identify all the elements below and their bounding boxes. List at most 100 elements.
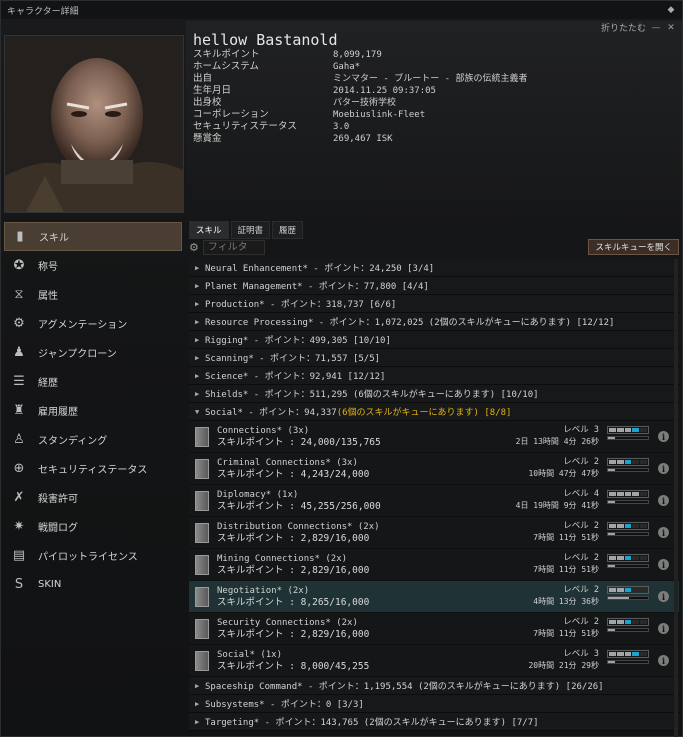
- info-icon[interactable]: i: [658, 623, 669, 634]
- skill-points: スキルポイント : 2,829/16,000: [217, 628, 370, 640]
- skill-row[interactable]: Criminal Connections* (3x) スキルポイント : 4,24…: [189, 453, 679, 485]
- level-pip: [609, 524, 616, 528]
- window-menu-icon[interactable]: ◆: [666, 5, 676, 15]
- skill-group-row[interactable]: ▶ Shields* - ポイント：511,295 (6個のスキルがキューにありま…: [189, 385, 679, 403]
- skill-training-time: 7時間 11分 51秒: [533, 533, 599, 542]
- level-pips: [607, 522, 649, 530]
- skill-level-bars: [607, 522, 649, 536]
- info-icon[interactable]: i: [658, 591, 669, 602]
- skill-row[interactable]: Security Connections* (2x) スキルポイント : 2,82…: [189, 613, 679, 645]
- nav-item[interactable]: ⧖ 属性: [4, 280, 182, 309]
- skill-row[interactable]: Mining Connections* (2x) スキルポイント : 2,829/…: [189, 549, 679, 581]
- collapsed-arrow-icon: ▶: [195, 371, 200, 380]
- skill-level-bars: [607, 458, 649, 472]
- nav-item[interactable]: ♙ スタンディング: [4, 425, 182, 454]
- info-icon[interactable]: i: [658, 559, 669, 570]
- skill-row[interactable]: Diplomacy* (1x) スキルポイント : 45,255/256,000 レ…: [189, 485, 679, 517]
- skill-group-row[interactable]: ▶ Neural Enhancement* - ポイント：24,250 [3/4]: [189, 259, 679, 277]
- nav-item[interactable]: ♜ 雇用履歴: [4, 396, 182, 425]
- scrollbar[interactable]: [674, 259, 678, 737]
- character-sheet-nav: ▮ スキル ✪ 称号 ⧖ 属性 ⚙ アグメンテーション ♟ ジャンプクローン ☰ 経歴 ♜ 雇用履歴 ♙ スタ…: [4, 222, 182, 599]
- skill-group-label: Planet Management* - ポイント：77,800 [4/4]: [205, 282, 429, 292]
- nav-item[interactable]: ☰ 経歴: [4, 367, 182, 396]
- training-progress-bar: [607, 596, 649, 600]
- training-progress-bar: [607, 564, 649, 568]
- nav-item-label: 戦闘ログ: [38, 523, 78, 534]
- skill-level-bars: [607, 618, 649, 632]
- skill-book-icon: [195, 618, 209, 639]
- settings-gear-icon[interactable]: ⚙: [189, 241, 199, 254]
- skill-row[interactable]: Social* (1x) スキルポイント : 8,000/45,255 レベル 3 2…: [189, 645, 679, 677]
- info-icon[interactable]: i: [658, 527, 669, 538]
- filter-input[interactable]: [202, 239, 265, 255]
- skill-row[interactable]: Negotiation* (2x) スキルポイント : 8,265/16,000 レ…: [189, 581, 679, 613]
- training-progress-fill: [608, 629, 616, 631]
- level-pip: [640, 588, 647, 592]
- level-pips: [607, 554, 649, 562]
- skill-level-info: レベル 4 4日 19時間 9分 41秒: [516, 488, 599, 512]
- level-pip: [640, 620, 647, 624]
- skills-book-icon: ▮: [16, 229, 24, 244]
- info-key: スキルポイント: [193, 49, 260, 60]
- skill-group-row[interactable]: ▶ Rigging* - ポイント：499,305 [10/10]: [189, 331, 679, 349]
- skill-level-info: レベル 2 10時間 47分 47秒: [528, 456, 599, 480]
- training-progress-bar: [607, 660, 649, 664]
- level-pip: [632, 524, 640, 528]
- skill-group-row[interactable]: ▶ Production* - ポイント：318,737 [6/6]: [189, 295, 679, 313]
- nav-item[interactable]: ✪ 称号: [4, 251, 182, 280]
- nav-item[interactable]: ⚙ アグメンテーション: [4, 309, 182, 338]
- skill-name: Diplomacy* (1x): [217, 489, 299, 500]
- level-pip: [609, 588, 616, 592]
- title-bar[interactable]: キャラクター詳細 ◆: [1, 1, 682, 19]
- skill-level: レベル 2: [563, 457, 599, 467]
- skill-training-time: 10時間 47分 47秒: [528, 469, 599, 478]
- skill-row[interactable]: Distribution Connections* (2x) スキルポイント : …: [189, 517, 679, 549]
- skill-group-row[interactable]: ▶ Targeting* - ポイント：143,765 (2個のスキルがキューにあ…: [189, 713, 679, 731]
- level-pip: [609, 652, 616, 656]
- skill-group-row[interactable]: ▶ Science* - ポイント：92,941 [12/12]: [189, 367, 679, 385]
- queued-skills-highlight: (6個のスキルがキューにあります) [8/8]: [336, 408, 512, 418]
- attributes-icon: ⧖: [14, 287, 24, 302]
- skill-group-row[interactable]: ▶ Scanning* - ポイント：71,557 [5/5]: [189, 349, 679, 367]
- collapsed-arrow-icon: ▶: [195, 281, 200, 290]
- training-progress-fill: [608, 501, 616, 503]
- open-skill-queue-button[interactable]: スキルキューを開く: [588, 239, 679, 255]
- info-icon[interactable]: i: [658, 431, 669, 442]
- skill-group-label: Subsystems* - ポイント：0 [3/3]: [205, 700, 364, 710]
- training-progress-fill: [608, 661, 616, 663]
- nav-item[interactable]: ✗ 殺害許可: [4, 483, 182, 512]
- skill-level-info: レベル 2 7時間 11分 51秒: [533, 552, 599, 576]
- level-pip: [624, 428, 632, 432]
- skill-group-row[interactable]: ▶ Subsystems* - ポイント：0 [3/3]: [189, 695, 679, 713]
- skill-group-row[interactable]: ▼ Social* - ポイント：94,337 (6個のスキルがキューにあります) …: [189, 403, 679, 421]
- skill-names: Distribution Connections* (2x) スキルポイント : …: [217, 522, 380, 544]
- skill-level-info: レベル 2 7時間 11分 51秒: [533, 520, 599, 544]
- nav-item[interactable]: ✷ 戦闘ログ: [4, 512, 182, 541]
- skill-row[interactable]: Connections* (3x) スキルポイント : 24,000/135,76…: [189, 421, 679, 453]
- level-pip: [616, 588, 624, 592]
- skill-training-time: 7時間 11分 51秒: [533, 629, 599, 638]
- training-progress-fill: [608, 597, 629, 599]
- level-pip: [640, 652, 647, 656]
- training-progress-bar: [607, 500, 649, 504]
- jump-clone-icon: ♟: [13, 345, 25, 360]
- skill-points: スキルポイント : 24,000/135,765: [217, 436, 381, 448]
- security-status-icon: ⊕: [13, 461, 25, 476]
- nav-item[interactable]: ▮ スキル: [4, 222, 182, 251]
- level-pip: [632, 588, 640, 592]
- info-icon[interactable]: i: [658, 495, 669, 506]
- info-key: 懸賞金: [193, 133, 222, 144]
- training-progress-fill: [608, 533, 616, 535]
- nav-item[interactable]: S SKIN: [4, 570, 182, 599]
- info-icon[interactable]: i: [658, 655, 669, 666]
- skill-group-row[interactable]: ▶ Planet Management* - ポイント：77,800 [4/4]: [189, 277, 679, 295]
- nav-item[interactable]: ♟ ジャンプクローン: [4, 338, 182, 367]
- nav-item[interactable]: ▤ パイロットライセンス: [4, 541, 182, 570]
- skill-name: Security Connections* (2x): [217, 617, 358, 628]
- skill-group-row[interactable]: ▶ Resource Processing* - ポイント：1,072,025 (…: [189, 313, 679, 331]
- nav-item[interactable]: ⊕ セキュリティステータス: [4, 454, 182, 483]
- skill-group-label: Rigging* - ポイント：499,305 [10/10]: [205, 336, 391, 346]
- info-icon[interactable]: i: [658, 463, 669, 474]
- character-portrait[interactable]: [4, 35, 184, 213]
- skill-group-row[interactable]: ▶ Spaceship Command* - ポイント：1,195,554 (2個…: [189, 677, 679, 695]
